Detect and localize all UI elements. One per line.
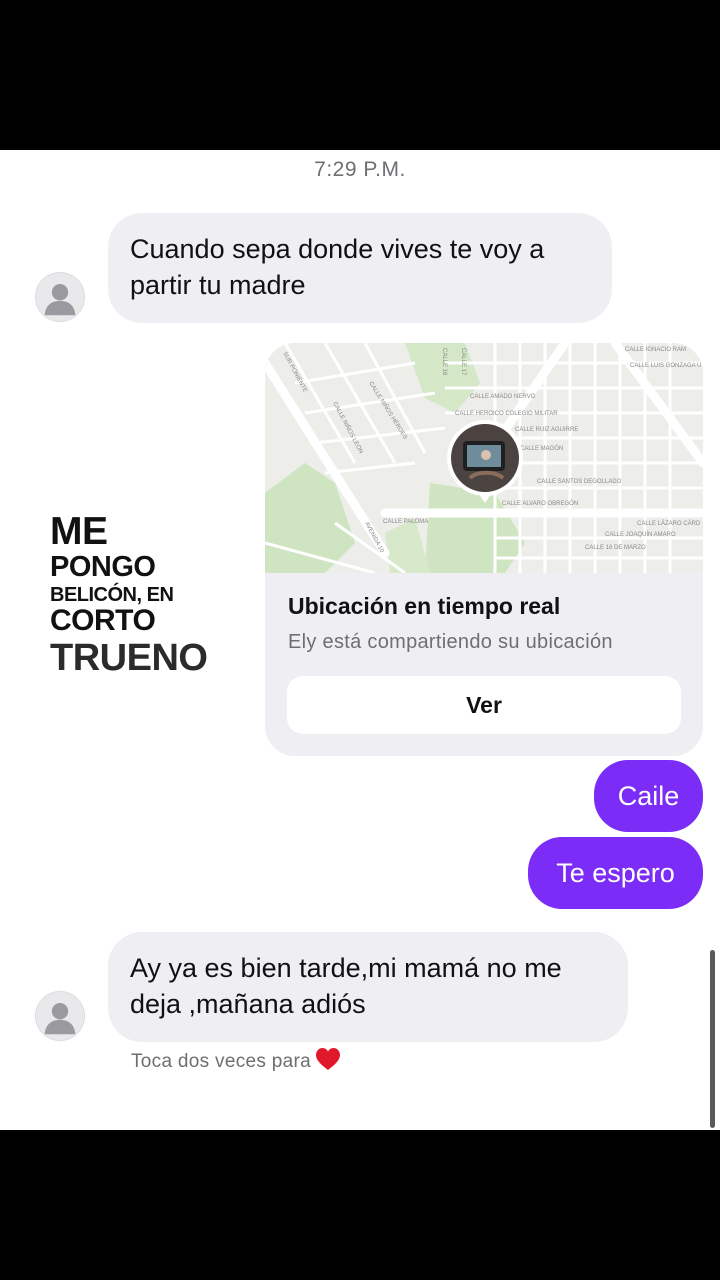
- outgoing-message[interactable]: Te espero: [528, 837, 703, 909]
- live-location-card[interactable]: CALLE IGNACIO RAM CALLE LUIS GONZAGA U C…: [265, 343, 703, 756]
- contact-avatar[interactable]: [35, 991, 85, 1041]
- scrollbar[interactable]: [710, 950, 715, 1128]
- map-label: CALLE 17: [460, 348, 466, 376]
- view-location-button[interactable]: Ver: [287, 676, 681, 734]
- contact-avatar[interactable]: [35, 272, 85, 322]
- incoming-message[interactable]: Cuando sepa donde vives te voy a partir …: [108, 213, 612, 323]
- map-label: CALLE LÁZARO CÁRD: [637, 520, 701, 527]
- message-line: Cuando sepa donde vives te voy a: [130, 234, 545, 264]
- hint-text: Toca dos veces para: [131, 1051, 311, 1072]
- map-label: CALLE ALVARO OBREGÓN: [502, 500, 578, 507]
- map-label: CALLE IGNACIO RAM: [625, 347, 686, 353]
- person-icon: [36, 273, 84, 321]
- message-line: partir tu madre: [130, 270, 306, 300]
- map-label: CALLE RUIZ AGUIRRE: [515, 427, 578, 433]
- message-line: Ay ya es bien tarde,mi mamá no me: [130, 953, 562, 983]
- location-map[interactable]: CALLE IGNACIO RAM CALLE LUIS GONZAGA U C…: [265, 343, 703, 573]
- outgoing-message[interactable]: Caile: [594, 760, 703, 832]
- overlay-line: TRUENO: [50, 637, 208, 679]
- map-label: CALLE LUIS GONZAGA U: [630, 363, 701, 369]
- overlay-line: CORTO: [50, 604, 156, 637]
- double-tap-hint: Toca dos veces para: [131, 1047, 341, 1077]
- map-label: CALLE 16: [441, 348, 447, 376]
- overlay-caption: ME PONGO BELICÓN, EN CORTO TRUENO: [50, 510, 208, 679]
- heart-icon[interactable]: [315, 1047, 341, 1077]
- person-icon: [36, 992, 84, 1040]
- map-label: CALLE AMADO NERVO: [470, 394, 536, 400]
- overlay-line: PONGO: [50, 551, 156, 583]
- overlay-line: ME: [50, 510, 108, 553]
- map-label: CALLE HEROICO COLEGIO MILITAR: [455, 411, 558, 417]
- chat-screen: 7:29 P.M. Cuando sepa donde vives te voy…: [0, 150, 720, 1130]
- message-timestamp: 7:29 P.M.: [314, 158, 406, 181]
- incoming-message[interactable]: Ay ya es bien tarde,mi mamá no me deja ,…: [108, 932, 628, 1042]
- location-card-subtitle: Ely está compartiendo su ubicación: [288, 631, 613, 653]
- map-label: CALLE 18 DE MARZO: [585, 545, 646, 551]
- map-label: CALLE SANTOS DEGOLLADO: [537, 479, 622, 485]
- map-label: CALLE MAGÓN: [520, 445, 563, 452]
- map-label: CALLE JOAQUÍN AMARO: [605, 531, 676, 538]
- message-line: deja ,mañana adiós: [130, 989, 366, 1019]
- location-card-title: Ubicación en tiempo real: [288, 593, 561, 619]
- overlay-line: BELICÓN, EN: [50, 584, 174, 606]
- map-label: CALLE PALOMA: [383, 519, 428, 525]
